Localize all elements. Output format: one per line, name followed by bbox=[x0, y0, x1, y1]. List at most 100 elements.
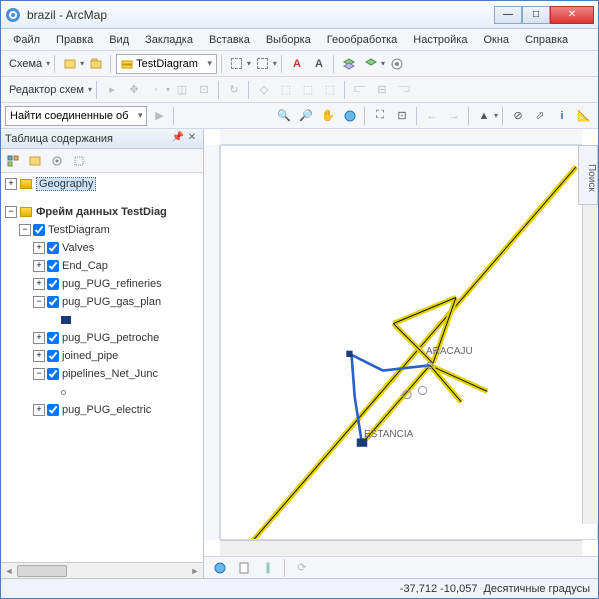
horizontal-scrollbar[interactable] bbox=[220, 540, 582, 556]
layout-view-button[interactable] bbox=[234, 558, 254, 578]
close-panel-icon[interactable]: ✕ bbox=[185, 132, 199, 146]
tree-label[interactable]: Geography bbox=[36, 177, 96, 191]
tree-layer[interactable]: − pug_PUG_gas_plan bbox=[3, 293, 201, 311]
layer-checkbox[interactable] bbox=[47, 296, 59, 308]
menu-insert[interactable]: Вставка bbox=[201, 32, 258, 48]
menu-edit[interactable]: Правка bbox=[48, 32, 101, 48]
collapse-icon[interactable]: − bbox=[33, 368, 45, 380]
zoom-to-selection-button[interactable]: ⛶ bbox=[370, 106, 390, 126]
expand-icon[interactable]: + bbox=[33, 332, 45, 344]
toc-list-by-visibility-button[interactable] bbox=[47, 151, 67, 171]
tree-label[interactable]: pug_PUG_electric bbox=[62, 404, 151, 416]
toc-tree[interactable]: + Geography − Фрейм данных TestDiag − Te… bbox=[1, 173, 203, 562]
collapse-icon[interactable]: − bbox=[33, 296, 45, 308]
align-left-button[interactable]: ⫍ bbox=[350, 80, 370, 100]
select-pointer-button[interactable]: ⬀ bbox=[530, 106, 550, 126]
menu-customize[interactable]: Настройка bbox=[405, 32, 475, 48]
pointer-button[interactable]: ▸ bbox=[102, 80, 122, 100]
layer-checkbox[interactable] bbox=[47, 242, 59, 254]
view-mode-2-button[interactable] bbox=[253, 54, 273, 74]
tree-layer[interactable]: +joined_pipe bbox=[3, 347, 201, 365]
tree-frame[interactable]: − Фрейм данных TestDiag bbox=[3, 203, 201, 221]
tree-layer[interactable]: − pipelines_Net_Junc bbox=[3, 365, 201, 383]
dropdown-icon[interactable]: ▾ bbox=[494, 111, 498, 120]
text-a-button[interactable]: A bbox=[287, 54, 307, 74]
layers-button[interactable] bbox=[339, 54, 359, 74]
minimize-button[interactable]: — bbox=[494, 6, 522, 24]
tree-label[interactable]: pipelines_Net_Junc bbox=[62, 368, 158, 380]
text-a2-button[interactable]: A bbox=[309, 54, 329, 74]
collapse-icon[interactable]: − bbox=[19, 224, 31, 236]
edit-tool-4[interactable]: ⬚ bbox=[276, 80, 296, 100]
expand-icon[interactable]: + bbox=[33, 278, 45, 290]
menu-view[interactable]: Вид bbox=[101, 32, 137, 48]
tree-layer[interactable]: + pug_PUG_electric bbox=[3, 401, 201, 419]
dropdown-icon[interactable]: ▾ bbox=[166, 85, 170, 94]
menu-file[interactable]: Файл bbox=[5, 32, 48, 48]
select-tool-button[interactable]: ▲ bbox=[474, 106, 494, 126]
edit-tool-2[interactable]: ⊡ bbox=[194, 80, 214, 100]
prev-extent-button[interactable]: ← bbox=[422, 106, 442, 126]
layer-select[interactable]: TestDiagram bbox=[116, 54, 217, 74]
align-right-button[interactable]: ⫎ bbox=[394, 80, 414, 100]
next-extent-button[interactable]: → bbox=[444, 106, 464, 126]
node-edit-button[interactable]: ◦ bbox=[146, 80, 166, 100]
expand-icon[interactable]: + bbox=[33, 260, 45, 272]
layer-checkbox[interactable] bbox=[33, 224, 45, 236]
layer-checkbox[interactable] bbox=[47, 350, 59, 362]
menu-bookmark[interactable]: Закладка bbox=[137, 32, 201, 48]
dropdown-icon[interactable]: ▾ bbox=[46, 59, 50, 68]
tree-layer[interactable]: +Valves bbox=[3, 239, 201, 257]
layer-checkbox[interactable] bbox=[47, 332, 59, 344]
tree-label[interactable]: pug_PUG_refineries bbox=[62, 278, 162, 290]
layer-checkbox[interactable] bbox=[47, 278, 59, 290]
toc-horizontal-scrollbar[interactable]: ◄ ► bbox=[1, 562, 203, 578]
tree-label[interactable]: Фрейм данных TestDiag bbox=[36, 206, 167, 218]
menu-selection[interactable]: Выборка bbox=[258, 32, 319, 48]
menu-help[interactable]: Справка bbox=[517, 32, 576, 48]
clear-selection-button[interactable]: ⊘ bbox=[508, 106, 528, 126]
expand-icon[interactable]: + bbox=[5, 178, 17, 190]
tree-diagram[interactable]: − TestDiagram bbox=[3, 221, 201, 239]
refresh-button[interactable]: ⟳ bbox=[292, 558, 312, 578]
collapse-icon[interactable]: − bbox=[5, 206, 17, 218]
menu-windows[interactable]: Окна bbox=[475, 32, 517, 48]
layer-checkbox[interactable] bbox=[47, 368, 59, 380]
data-view-button[interactable] bbox=[210, 558, 230, 578]
pan-button[interactable]: ✋ bbox=[318, 106, 338, 126]
new-schema-button[interactable] bbox=[60, 54, 80, 74]
edit-tool-1[interactable]: ◫ bbox=[172, 80, 192, 100]
maximize-button[interactable]: □ bbox=[522, 6, 550, 24]
expand-icon[interactable]: + bbox=[33, 350, 45, 362]
menu-geoprocessing[interactable]: Геообработка bbox=[319, 32, 406, 48]
open-schema-button[interactable] bbox=[86, 54, 106, 74]
dropdown-icon[interactable]: ▾ bbox=[273, 59, 277, 68]
toc-list-by-selection-button[interactable] bbox=[69, 151, 89, 171]
close-button[interactable]: ✕ bbox=[550, 6, 594, 24]
pin-icon[interactable]: 📌 bbox=[171, 132, 185, 146]
dropdown-icon[interactable]: ▾ bbox=[88, 85, 92, 94]
expand-icon[interactable]: + bbox=[33, 404, 45, 416]
search-tab[interactable]: Поиск bbox=[578, 145, 598, 205]
tree-root-geography[interactable]: + Geography bbox=[3, 175, 201, 193]
layers-config-button[interactable] bbox=[361, 54, 381, 74]
tree-layer[interactable]: +End_Cap bbox=[3, 257, 201, 275]
tree-label[interactable]: TestDiagram bbox=[48, 224, 110, 236]
tree-label[interactable]: pug_PUG_petroche bbox=[62, 332, 159, 344]
zoom-in-button[interactable]: 🔍 bbox=[274, 106, 294, 126]
zoom-out-button[interactable]: 🔎 bbox=[296, 106, 316, 126]
edit-tool-5[interactable]: ⬚ bbox=[298, 80, 318, 100]
identify-button[interactable]: i bbox=[552, 106, 572, 126]
edit-tool-3[interactable]: ◇ bbox=[254, 80, 274, 100]
tree-layer[interactable]: + pug_PUG_petroche bbox=[3, 329, 201, 347]
tree-label[interactable]: Valves bbox=[62, 242, 94, 254]
edit-tool-6[interactable]: ⬚ bbox=[320, 80, 340, 100]
find-select[interactable]: Найти соединенные об bbox=[5, 106, 147, 126]
rotate-button[interactable]: ↻ bbox=[224, 80, 244, 100]
tree-label[interactable]: pug_PUG_gas_plan bbox=[62, 296, 161, 308]
layer-checkbox[interactable] bbox=[47, 260, 59, 272]
full-extent-button[interactable] bbox=[340, 106, 360, 126]
measure-button[interactable]: 📐 bbox=[574, 106, 594, 126]
view-mode-1-button[interactable] bbox=[227, 54, 247, 74]
toc-list-by-source-button[interactable] bbox=[25, 151, 45, 171]
